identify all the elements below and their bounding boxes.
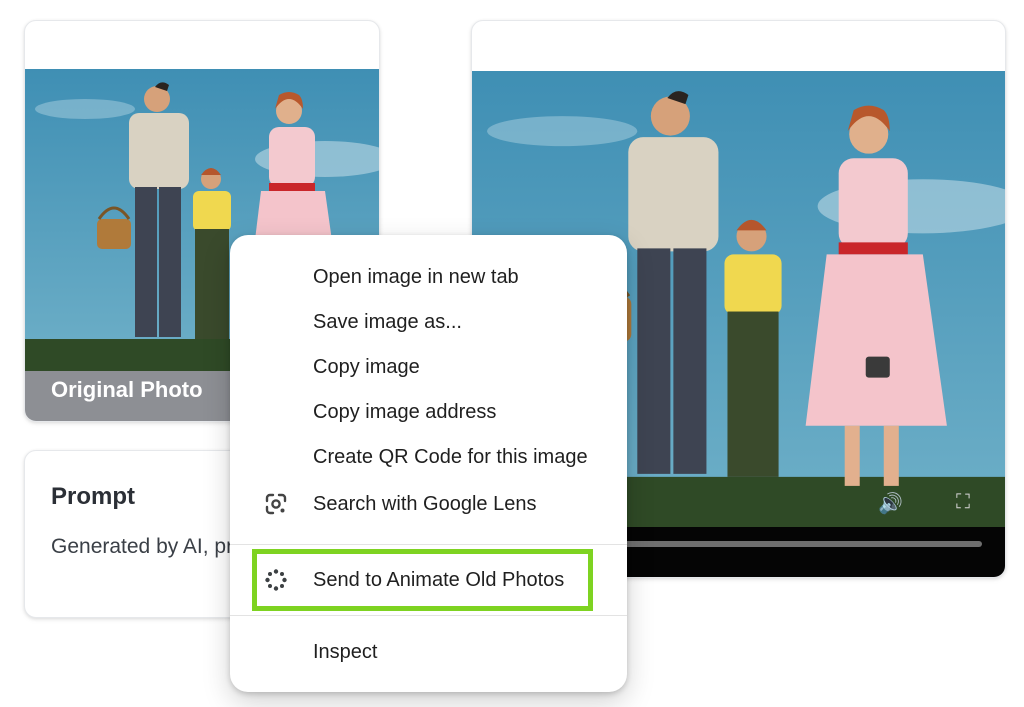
menu-item-label: Inspect <box>313 641 378 663</box>
menu-item-label: Open image in new tab <box>313 266 519 288</box>
context-menu: Open image in new tab Save image as... C… <box>230 235 627 692</box>
menu-item-label: Copy image address <box>313 401 497 423</box>
menu-item-save-image-as[interactable]: Save image as... <box>230 302 627 342</box>
original-photo-caption: Original Photo <box>51 377 203 402</box>
menu-item-label: Create QR Code for this image <box>313 446 588 468</box>
menu-item-create-qr-code[interactable]: Create QR Code for this image <box>230 437 627 477</box>
volume-icon[interactable]: 🔊 <box>878 491 903 516</box>
menu-separator <box>230 615 627 616</box>
google-lens-icon <box>264 492 288 516</box>
menu-item-search-google-lens[interactable]: Search with Google Lens <box>230 484 627 524</box>
menu-item-highlight-box <box>252 549 593 611</box>
menu-item-copy-image[interactable]: Copy image <box>230 347 627 387</box>
menu-item-label: Save image as... <box>313 311 462 333</box>
video-progress-bar[interactable] <box>582 541 982 547</box>
menu-item-inspect[interactable]: Inspect <box>230 632 627 672</box>
menu-item-label: Search with Google Lens <box>313 493 537 515</box>
menu-item-copy-image-address[interactable]: Copy image address <box>230 392 627 432</box>
menu-item-label: Copy image <box>313 356 420 378</box>
menu-separator <box>230 544 627 545</box>
prompt-title: Prompt <box>51 483 135 510</box>
fullscreen-icon[interactable]: ⛶ <box>956 491 970 514</box>
menu-item-open-image-new-tab[interactable]: Open image in new tab <box>230 257 627 297</box>
